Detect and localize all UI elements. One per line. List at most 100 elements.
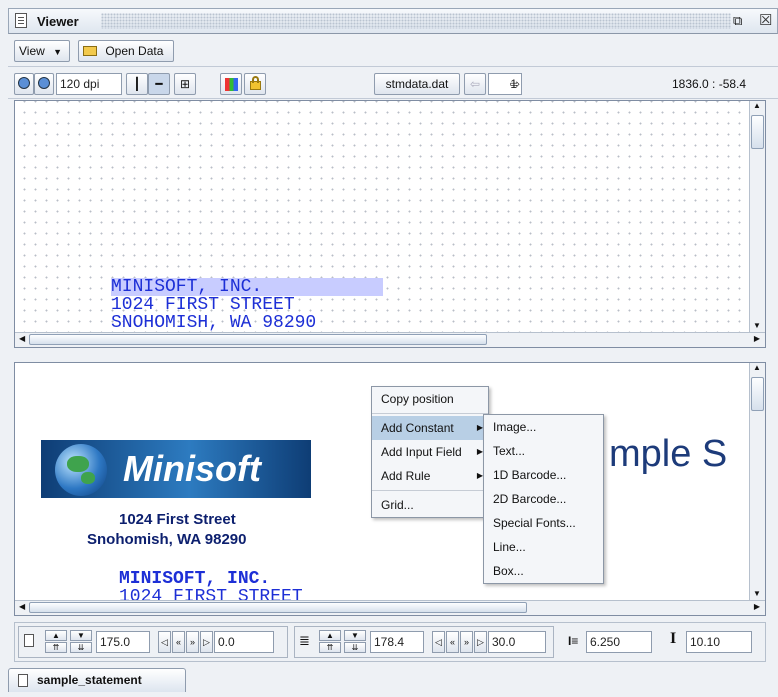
horizontal-guide-icon: ━ bbox=[155, 77, 163, 91]
document-icon bbox=[18, 674, 28, 687]
font-size-field[interactable]: 10.10 bbox=[686, 631, 752, 653]
close-icon[interactable]: ☒ bbox=[759, 11, 772, 29]
previous-page-button[interactable]: ⇦ bbox=[464, 73, 486, 95]
y-fast-right-button[interactable]: » bbox=[460, 631, 473, 653]
x-offset-field[interactable]: 0.0 bbox=[214, 631, 274, 653]
minisoft-logo: Minisoft bbox=[41, 440, 311, 498]
line-spacing-field[interactable]: 6.250 bbox=[586, 631, 652, 653]
form-layout-pane[interactable]: MINISOFT, INC. 1024 FIRST STREET SNOHOMI… bbox=[14, 100, 766, 348]
x-page-down-button[interactable]: ⇊ bbox=[70, 642, 92, 653]
context-menu: Copy position Add Constant ▶ Add Input Fi… bbox=[371, 386, 489, 518]
menu-item-add-constant[interactable]: Add Constant ▶ bbox=[372, 416, 488, 440]
document-icon bbox=[15, 13, 27, 28]
tab-sample-statement[interactable]: sample_statement bbox=[8, 668, 186, 692]
text-cursor-icon: I bbox=[670, 630, 677, 647]
view-menu-button[interactable]: View ▼ bbox=[14, 40, 70, 62]
tab-label: sample_statement bbox=[37, 673, 142, 687]
color-palette-icon bbox=[225, 78, 238, 91]
menu-item-add-input-field[interactable]: Add Input Field ▶ bbox=[372, 440, 488, 464]
x-down-button[interactable]: ▼ bbox=[70, 630, 92, 641]
fit-button[interactable]: ⊞ bbox=[174, 73, 196, 95]
fit-icon: ⊞ bbox=[179, 77, 191, 91]
y-step-right-button[interactable]: ▷ bbox=[474, 631, 487, 653]
company-address-city: Snohomish, WA 98290 bbox=[87, 531, 247, 548]
scroll-left-icon[interactable]: ◀ bbox=[19, 602, 25, 611]
submenu-item-line[interactable]: Line... bbox=[484, 535, 603, 559]
arrow-left-icon: ⇦ bbox=[469, 77, 481, 91]
data-file-button[interactable]: stmdata.dat bbox=[374, 73, 460, 95]
y-down-button[interactable]: ▼ bbox=[344, 630, 366, 641]
x-step-left-button[interactable]: ◁ bbox=[158, 631, 171, 653]
company-address-street: 1024 First Street bbox=[119, 511, 236, 528]
y-fast-left-button[interactable]: « bbox=[446, 631, 459, 653]
add-constant-submenu: Image... Text... 1D Barcode... 2D Barcod… bbox=[483, 414, 604, 584]
menu-item-copy-position[interactable]: Copy position bbox=[372, 387, 488, 411]
menu-item-label: Add Rule bbox=[381, 469, 431, 483]
horizontal-scrollbar[interactable]: ◀ ▶ bbox=[15, 332, 765, 347]
address-line-1: MINISOFT, INC. bbox=[111, 277, 263, 297]
dpi-field[interactable]: 120 dpi bbox=[56, 73, 122, 95]
scroll-down-icon[interactable]: ▼ bbox=[753, 321, 761, 330]
scroll-up-icon[interactable]: ▲ bbox=[753, 101, 761, 110]
vertical-guide-button[interactable]: ┃ bbox=[126, 73, 148, 95]
x-page-up-button[interactable]: ⇈ bbox=[45, 642, 67, 653]
preview-mono-line-1: MINISOFT, INC. bbox=[119, 569, 271, 589]
coordinates-readout: 1836.0 : -58.4 bbox=[672, 77, 747, 91]
x-fast-left-button[interactable]: « bbox=[172, 631, 185, 653]
scroll-left-icon[interactable]: ◀ bbox=[19, 334, 25, 343]
x-fast-right-button[interactable]: » bbox=[186, 631, 199, 653]
color-button[interactable] bbox=[220, 73, 242, 95]
zoom-out-button[interactable] bbox=[14, 73, 34, 95]
vertical-guide-icon: ┃ bbox=[133, 77, 141, 91]
submenu-item-box[interactable]: Box... bbox=[484, 559, 603, 583]
align-icon: ≣ bbox=[299, 633, 310, 648]
submenu-item-2d-barcode[interactable]: 2D Barcode... bbox=[484, 487, 603, 511]
chevron-down-icon: ▼ bbox=[53, 47, 63, 57]
address-line-2: 1024 FIRST STREET bbox=[111, 295, 295, 315]
horizontal-scrollbar[interactable]: ◀ ▶ bbox=[15, 600, 765, 615]
submenu-item-1d-barcode[interactable]: 1D Barcode... bbox=[484, 463, 603, 487]
y-up-button[interactable]: ▲ bbox=[319, 630, 341, 641]
x-position-field[interactable]: 175.0 bbox=[96, 631, 150, 653]
window-title: Viewer bbox=[37, 14, 79, 29]
open-data-button[interactable]: Open Data bbox=[78, 40, 174, 62]
zoom-in-button[interactable] bbox=[34, 73, 54, 95]
arrow-right-icon: ⇨ bbox=[509, 77, 521, 91]
x-up-button[interactable]: ▲ bbox=[45, 630, 67, 641]
y-page-up-button[interactable]: ⇈ bbox=[319, 642, 341, 653]
zoom-out-icon bbox=[18, 77, 30, 89]
menu-item-label: Grid... bbox=[381, 498, 414, 512]
view-menu-label: View bbox=[19, 44, 45, 58]
page-icon bbox=[24, 634, 34, 647]
menu-item-label: Add Input Field bbox=[381, 445, 462, 459]
menu-item-grid[interactable]: Grid... bbox=[372, 493, 488, 517]
folder-icon bbox=[83, 46, 97, 56]
submenu-item-image[interactable]: Image... bbox=[484, 415, 603, 439]
undock-icon[interactable]: ⧉ bbox=[733, 13, 742, 29]
y-offset-field[interactable]: 30.0 bbox=[488, 631, 546, 653]
scroll-right-icon[interactable]: ▶ bbox=[754, 334, 760, 343]
window-title-bar: Viewer ⧉ ☒ bbox=[8, 8, 778, 34]
scroll-up-icon[interactable]: ▲ bbox=[753, 363, 761, 372]
y-page-down-button[interactable]: ⇊ bbox=[344, 642, 366, 653]
vertical-scrollbar[interactable]: ▲ ▼ bbox=[749, 363, 765, 600]
statement-heading: mple S bbox=[609, 433, 728, 475]
submenu-item-special-fonts[interactable]: Special Fonts... bbox=[484, 511, 603, 535]
scroll-down-icon[interactable]: ▼ bbox=[753, 589, 761, 598]
next-page-button[interactable]: ⇨ bbox=[504, 73, 526, 95]
globe-icon bbox=[55, 444, 107, 496]
lock-button[interactable] bbox=[244, 73, 266, 95]
open-data-label: Open Data bbox=[105, 44, 164, 58]
menu-item-add-rule[interactable]: Add Rule ▶ bbox=[372, 464, 488, 488]
logo-text: Minisoft bbox=[123, 448, 261, 489]
address-line-3: SNOHOMISH, WA 98290 bbox=[111, 313, 317, 333]
scroll-right-icon[interactable]: ▶ bbox=[754, 602, 760, 611]
y-position-field[interactable]: 178.4 bbox=[370, 631, 424, 653]
x-step-right-button[interactable]: ▷ bbox=[200, 631, 213, 653]
horizontal-guide-button[interactable]: ━ bbox=[148, 73, 170, 95]
vertical-scrollbar[interactable]: ▲ ▼ bbox=[749, 101, 765, 332]
y-step-left-button[interactable]: ◁ bbox=[432, 631, 445, 653]
submenu-item-text[interactable]: Text... bbox=[484, 439, 603, 463]
menu-item-label: Copy position bbox=[381, 392, 454, 406]
menu-item-label: Add Constant bbox=[381, 421, 454, 435]
